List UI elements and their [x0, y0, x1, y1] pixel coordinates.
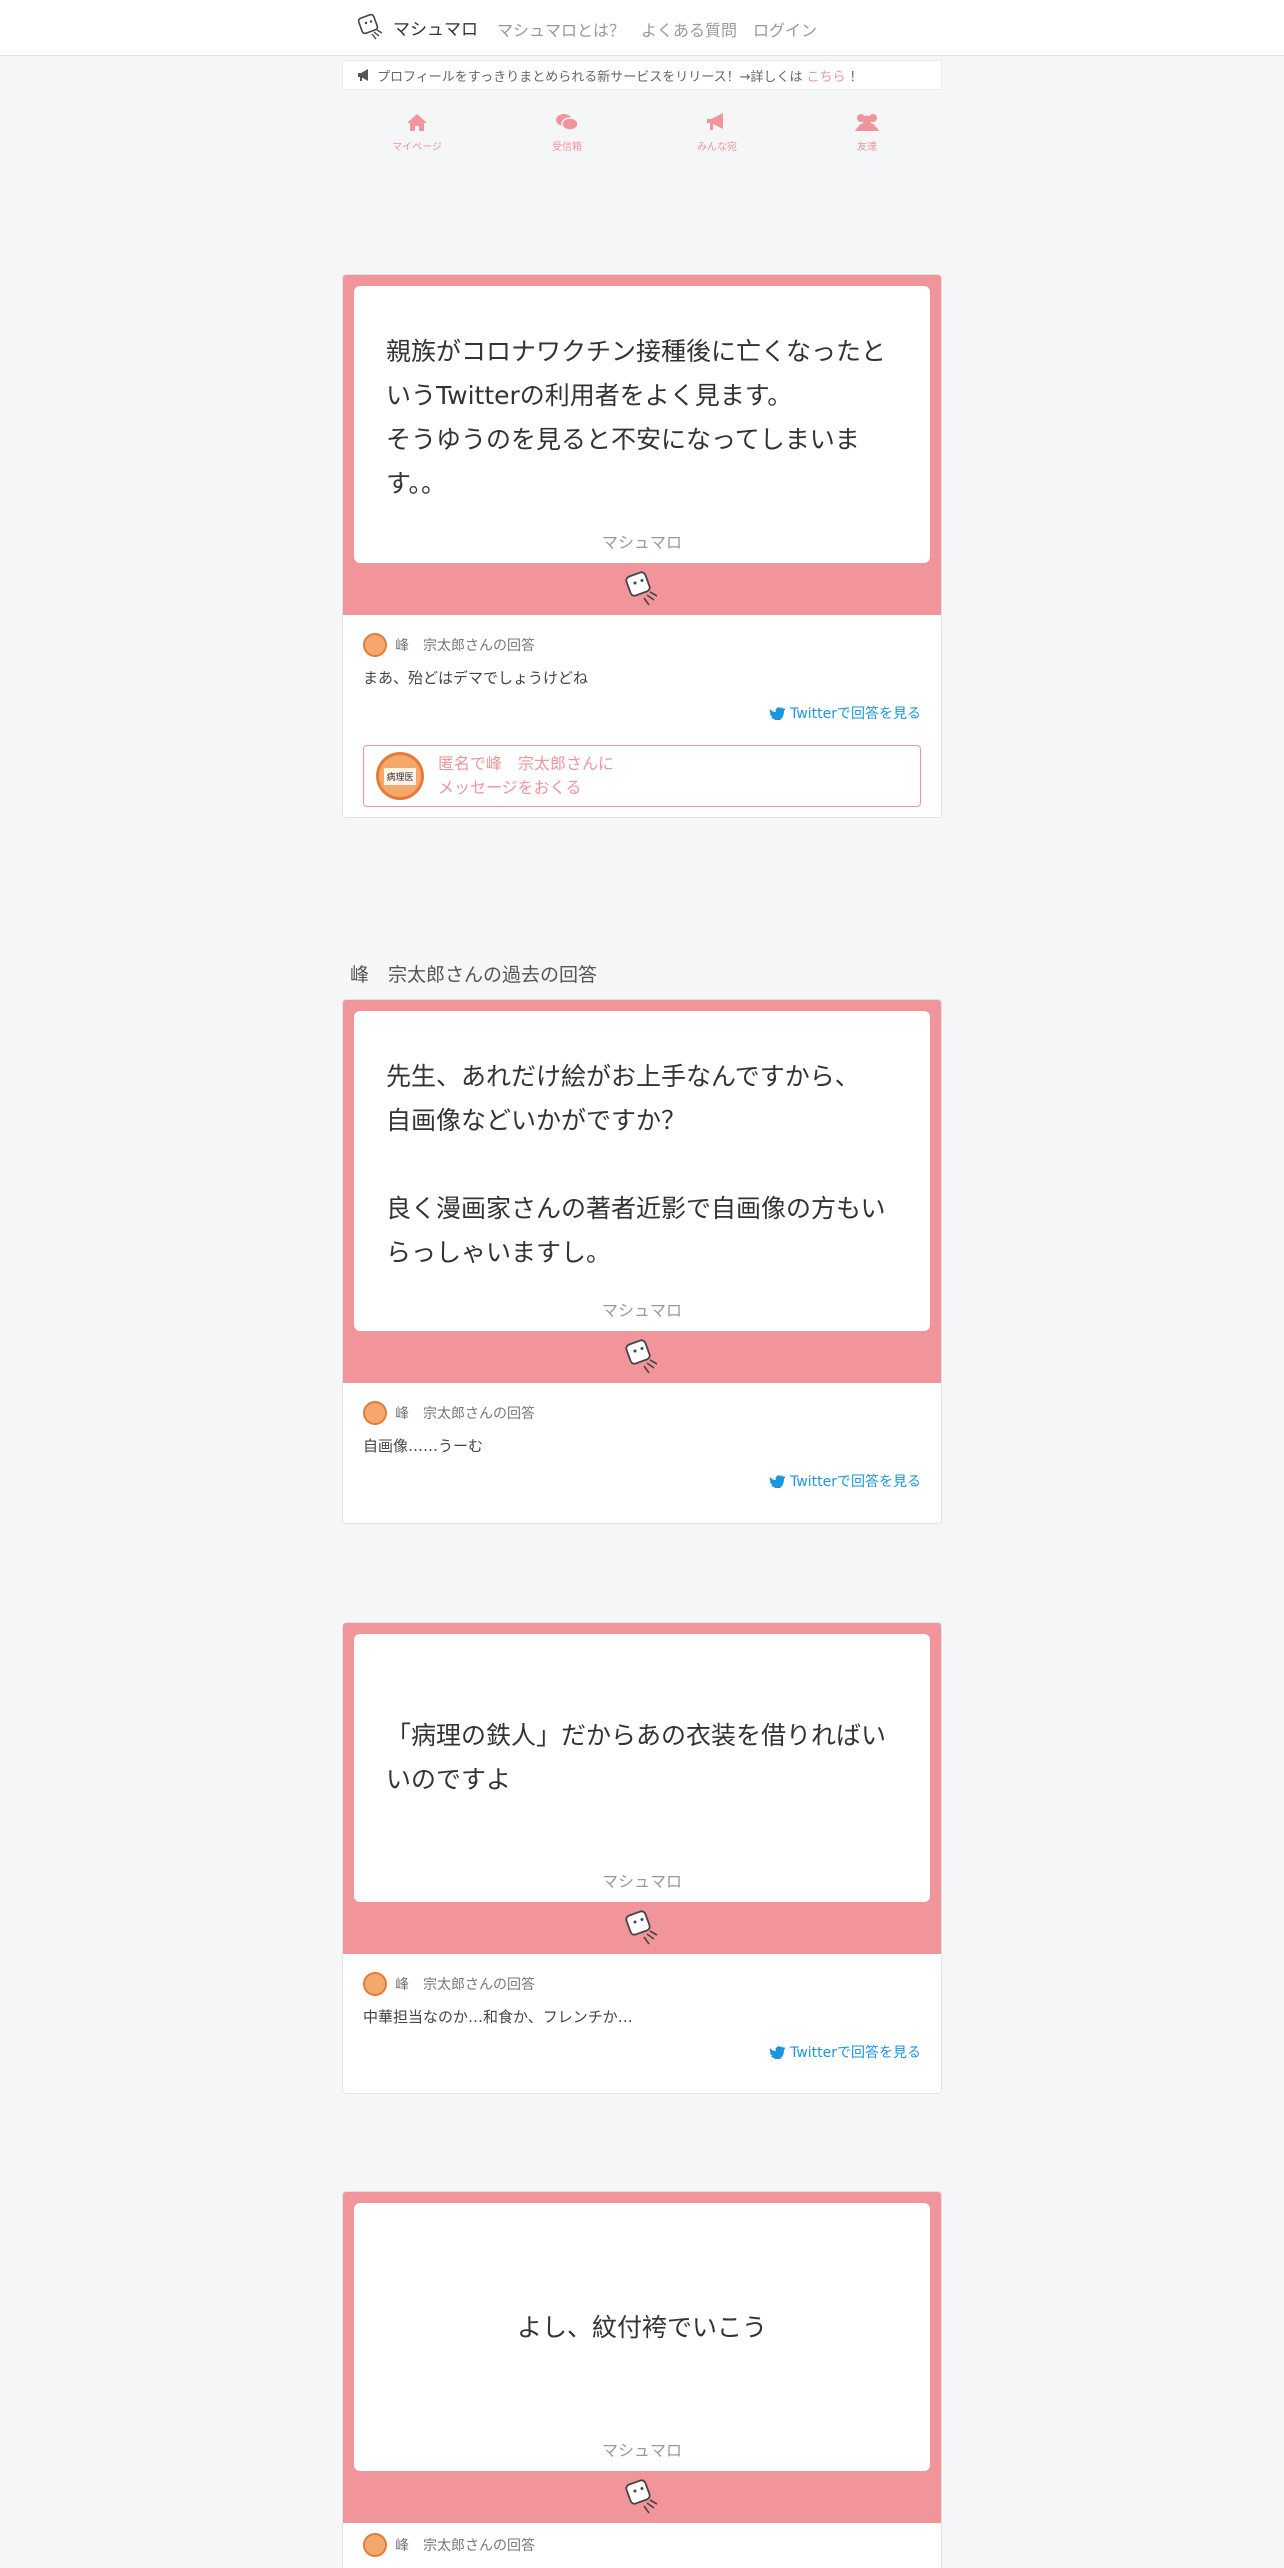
nav-tabs: マイページ 受信箱 みんな宛 友達 — [342, 112, 942, 172]
avatar[interactable] — [363, 2533, 387, 2557]
send-message-label: 匿名で峰 宗太郎さんに メッセージをおくる — [438, 752, 614, 800]
marshmallow-logo-icon — [357, 13, 383, 40]
announcement-suffix: ！ — [849, 69, 863, 85]
marshmallow-card: 先生、あれだけ絵がお上手なんですから、 自画像などいかがですか？ 良く漫画家さん… — [343, 1000, 941, 1383]
marshmallow-body: 「病理の鉄人」だからあの衣装を借りればいいのですよ マシュマロ — [354, 1634, 930, 1902]
megaphone-icon — [707, 113, 723, 130]
twitter-link-label: Twitterで回答を見る — [790, 706, 921, 722]
avatar[interactable] — [363, 633, 387, 657]
answer-author: 峰 宗太郎さんの回答 — [395, 2538, 535, 2554]
answer-author: 峰 宗太郎さんの回答 — [395, 1977, 535, 1993]
past-question-card: 先生、あれだけ絵がお上手なんですから、 自画像などいかがですか？ 良く漫画家さん… — [342, 999, 942, 1524]
mascot-band — [354, 2471, 930, 2523]
top-navbar: マシュマロ マシュマロとは？ よくある質問 ログイン — [0, 0, 1284, 56]
marshmallow-mascot-icon — [625, 1910, 658, 1945]
users-icon — [855, 114, 879, 131]
question-text: 「病理の鉄人」だからあの衣装を借りればいいのですよ — [386, 1721, 887, 1794]
main-question-card: 親族がコロナワクチン接種後に亡くなったというTwitterの利用者をよく見ます。… — [342, 274, 942, 818]
answer-header: 峰 宗太郎さんの回答 — [363, 633, 921, 657]
marshmallow-card: よし、紋付袴でいこう マシュマロ — [343, 2192, 941, 2523]
tab-friends[interactable]: 友達 — [792, 112, 942, 172]
answer-author: 峰 宗太郎さんの回答 — [395, 1406, 535, 1422]
answer-section: 峰 宗太郎さんの回答 — [343, 2523, 941, 2557]
marshmallow-footer: マシュマロ — [601, 533, 682, 552]
send-line-2: メッセージをおくる — [438, 778, 582, 797]
twitter-link[interactable]: Twitterで回答を見る — [769, 1471, 921, 1491]
nav-login[interactable]: ログイン — [753, 17, 817, 41]
brand-link[interactable]: マシュマロ — [355, 12, 478, 42]
mascot-band — [354, 1902, 930, 1954]
marshmallow-body: 先生、あれだけ絵がお上手なんですから、 自画像などいかがですか？ 良く漫画家さん… — [354, 1011, 930, 1331]
marshmallow-card: 「病理の鉄人」だからあの衣装を借りればいいのですよ マシュマロ — [343, 1623, 941, 1954]
marshmallow-footer: マシュマロ — [601, 2441, 682, 2460]
marshmallow-mascot-icon — [625, 571, 658, 606]
marshmallow-card: 親族がコロナワクチン接種後に亡くなったというTwitterの利用者をよく見ます。… — [343, 275, 941, 615]
marshmallow-mascot-icon — [625, 1339, 658, 1374]
question-text: 親族がコロナワクチン接種後に亡くなったというTwitterの利用者をよく見ます。… — [386, 337, 887, 498]
answer-section: 峰 宗太郎さんの回答 中華担当なのか…和食か、フレンチか… Twitterで回答… — [343, 1954, 941, 2061]
twitter-link[interactable]: Twitterで回答を見る — [769, 703, 921, 723]
answer-header: 峰 宗太郎さんの回答 — [363, 2533, 921, 2557]
marshmallow-footer: マシュマロ — [601, 1301, 682, 1320]
answer-text: 中華担当なのか…和食か、フレンチか… — [363, 2008, 633, 2026]
announcement-bar: プロフィールをすっきりまとめられる新サービスをリリース！→詳しくは こちら！ — [342, 60, 942, 90]
marshmallow-mascot-icon — [625, 2479, 658, 2514]
tab-label: みんな宛 — [697, 142, 737, 153]
marshmallow-footer: マシュマロ — [601, 1872, 682, 1891]
twitter-icon — [769, 1475, 786, 1488]
marshmallow-body: よし、紋付袴でいこう マシュマロ — [354, 2203, 930, 2471]
twitter-icon — [769, 707, 786, 720]
past-question-card: よし、紋付袴でいこう マシュマロ 峰 宗太郎さんの回答 — [342, 2191, 942, 2568]
announcement-link[interactable]: こちら — [806, 66, 845, 85]
answer-text: まあ、殆どはデマでしょうけどね — [363, 669, 589, 687]
mascot-band — [354, 563, 930, 615]
marshmallow-body: 親族がコロナワクチン接種後に亡くなったというTwitterの利用者をよく見ます。… — [354, 286, 930, 563]
twitter-icon — [769, 2046, 786, 2059]
twitter-link[interactable]: Twitterで回答を見る — [769, 2042, 921, 2062]
answer-header: 峰 宗太郎さんの回答 — [363, 1401, 921, 1425]
twitter-link-label: Twitterで回答を見る — [790, 1474, 921, 1490]
home-icon — [407, 114, 427, 131]
answer-section: 峰 宗太郎さんの回答 自画像……うーむ Twitterで回答を見る — [343, 1383, 941, 1490]
tab-label: マイページ — [392, 142, 442, 153]
comments-icon — [556, 114, 579, 131]
answer-header: 峰 宗太郎さんの回答 — [363, 1972, 921, 1996]
megaphone-icon — [358, 69, 368, 81]
tab-label: 友達 — [857, 142, 877, 153]
announcement-text: プロフィールをすっきりまとめられる新サービスをリリース！→詳しくは — [377, 69, 803, 85]
tab-mypage[interactable]: マイページ — [342, 112, 492, 172]
past-question-card: 「病理の鉄人」だからあの衣装を借りればいいのですよ マシュマロ 峰 宗太郎さんの… — [342, 1622, 942, 2094]
past-answers-title: 峰 宗太郎さんの過去の回答 — [350, 964, 598, 986]
send-message-button[interactable]: 病理医 匿名で峰 宗太郎さんに メッセージをおくる — [363, 745, 921, 807]
tab-everyone[interactable]: みんな宛 — [642, 112, 792, 172]
avatar[interactable] — [363, 1972, 387, 1996]
twitter-link-label: Twitterで回答を見る — [790, 2045, 921, 2061]
send-line-1: 匿名で峰 宗太郎さんに — [438, 754, 615, 773]
nav-about[interactable]: マシュマロとは？ — [497, 17, 625, 41]
question-text: 先生、あれだけ絵がお上手なんですから、 自画像などいかがですか？ 良く漫画家さん… — [386, 1062, 886, 1267]
answer-section: 峰 宗太郎さんの回答 まあ、殆どはデマでしょうけどね Twitterで回答を見る… — [343, 615, 941, 807]
question-text: よし、紋付袴でいこう — [516, 2313, 767, 2342]
answer-text: 自画像……うーむ — [363, 1437, 484, 1455]
top-nav: マシュマロとは？ よくある質問 ログイン — [497, 17, 817, 41]
mascot-band — [354, 1331, 930, 1383]
tab-label: 受信箱 — [552, 142, 582, 153]
tab-inbox[interactable]: 受信箱 — [492, 112, 642, 172]
answer-author: 峰 宗太郎さんの回答 — [395, 638, 535, 654]
avatar: 病理医 — [376, 752, 424, 800]
nav-faq[interactable]: よくある質問 — [641, 17, 737, 41]
avatar[interactable] — [363, 1401, 387, 1425]
avatar-text: 病理医 — [384, 767, 416, 785]
brand-name: マシュマロ — [393, 19, 478, 40]
